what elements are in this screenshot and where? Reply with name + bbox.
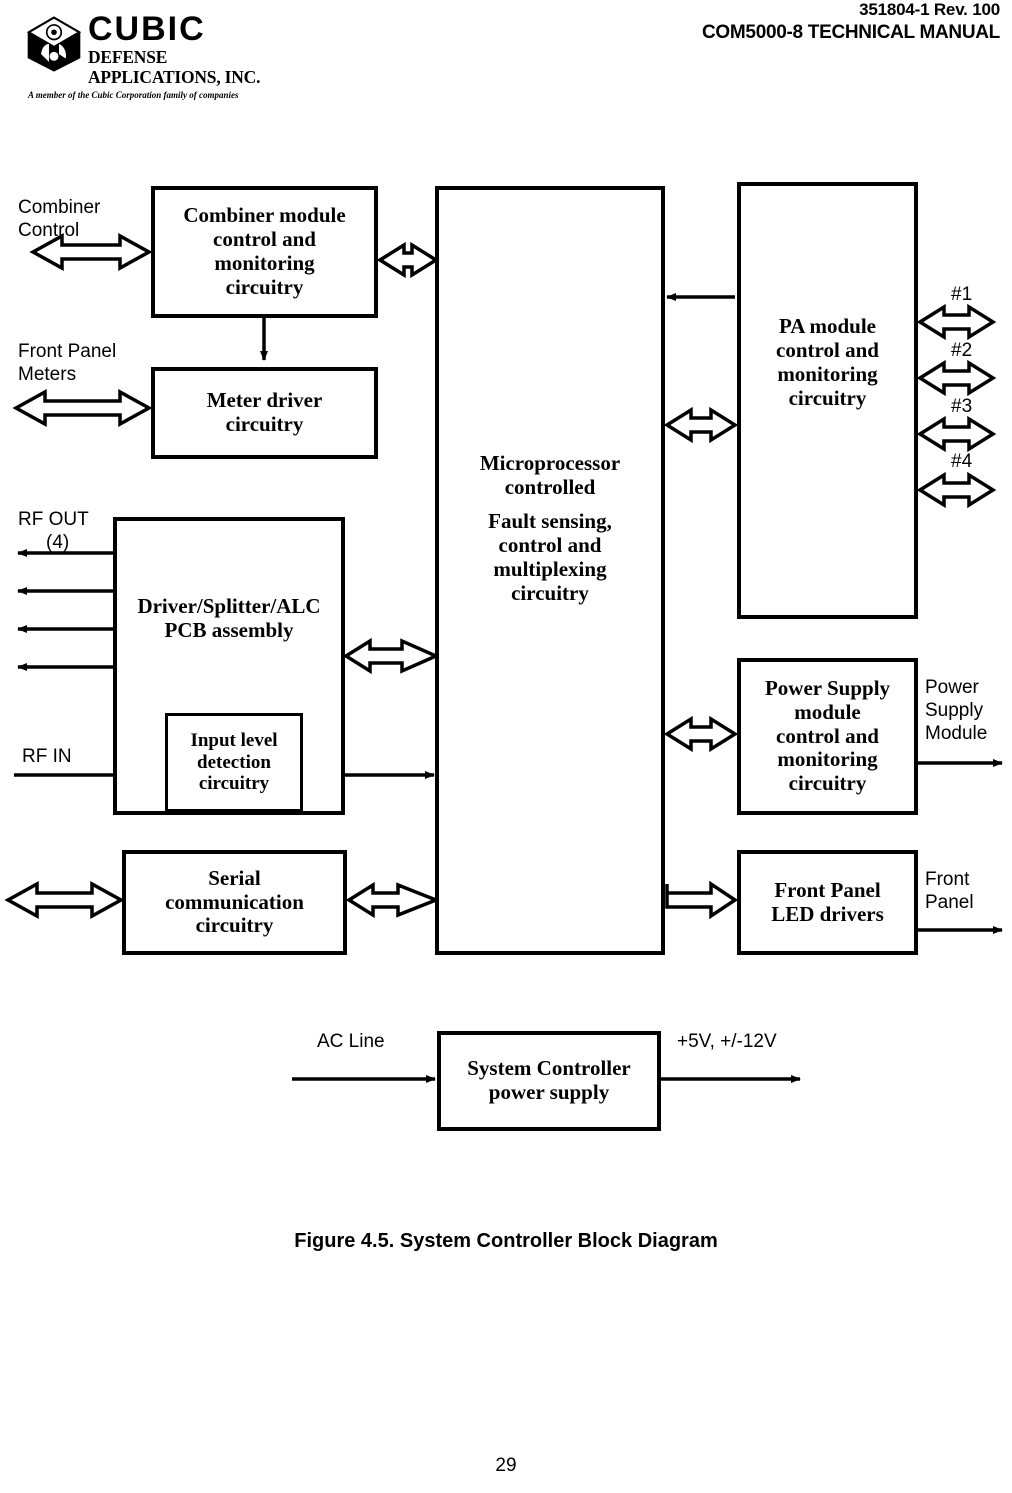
label-dc-output-rails: +5V, +/-12V — [677, 1031, 777, 1052]
meter-line-1: Meter driver — [206, 388, 323, 413]
page-number: 29 — [495, 1455, 517, 1476]
block-combiner-module-label: Combiner module control and monitoring c… — [179, 203, 349, 300]
arrow-micro-to-pa — [663, 406, 739, 444]
block-system-controller-power-supply[interactable]: System Controller power supply — [437, 1031, 661, 1131]
block-power-supply-module-label: Power Supply module control and monitori… — [761, 675, 894, 797]
block-microprocessor-label: Microprocessor controlled Fault sensing,… — [476, 190, 624, 606]
block-meter-driver-label: Meter driver circuitry — [203, 388, 327, 437]
arrow-front-panel-meters — [12, 389, 153, 427]
block-power-supply-module[interactable]: Power Supply module control and monitori… — [737, 658, 918, 815]
driver-line-2: PCB assembly — [164, 617, 294, 642]
psu-line-3: control and — [776, 723, 879, 748]
arrow-micro-to-psu — [663, 715, 739, 753]
block-diagram: Combiner module control and monitoring c… — [0, 0, 1012, 1200]
block-front-panel-led-drivers-label: Front Panel LED drivers — [767, 877, 888, 927]
psu-line-1: Power Supply — [764, 675, 891, 700]
block-driver-splitter-alc-label: Driver/Splitter/ALC PCB assembly — [133, 521, 324, 643]
block-input-level-detection-label: Input level detection circuitry — [186, 730, 281, 795]
meter-line-2: circuitry — [225, 412, 304, 436]
block-microprocessor[interactable]: Microprocessor controlled Fault sensing,… — [435, 186, 665, 955]
label-ac-line: AC Line — [317, 1031, 385, 1052]
label-pa-module-2: #2 — [951, 340, 973, 361]
pa-line-4: circuitry — [788, 385, 867, 410]
block-serial-communication-label: Serial communication circuitry — [161, 865, 308, 939]
label-front-panel-meters: Front Panel Meters — [18, 341, 117, 385]
fpled-line-2: LED drivers — [771, 901, 884, 926]
micro-line-2: controlled — [504, 474, 596, 499]
serial-line-3: circuitry — [195, 913, 274, 938]
serial-line-2: communication — [165, 889, 304, 914]
micro-line-1: Microprocessor — [479, 451, 621, 475]
block-front-panel-led-drivers[interactable]: Front Panel LED drivers — [737, 850, 918, 955]
psu-line-2: module — [794, 699, 861, 724]
micro-line-3: Fault sensing, — [488, 508, 612, 533]
pa-line-1: PA module — [778, 314, 877, 338]
block-meter-driver[interactable]: Meter driver circuitry — [151, 367, 378, 459]
arrow-combiner-to-micro — [376, 241, 440, 279]
label-rf-out-quantity: (4) — [46, 532, 70, 553]
block-serial-communication[interactable]: Serial communication circuitry — [122, 850, 347, 955]
arrow-pa-module-2 — [916, 359, 997, 397]
arrow-micro-to-fpled — [665, 880, 739, 920]
syspwr-line-2: power supply — [488, 1080, 610, 1104]
serial-line-1: Serial — [208, 865, 261, 890]
input-level-line-3: circuitry — [198, 773, 270, 795]
arrow-pa-module-3 — [916, 415, 997, 453]
input-level-line-1: Input level — [190, 730, 278, 752]
combiner-line-1: Combiner module — [183, 203, 346, 228]
arrow-pa-module-1 — [916, 303, 997, 341]
label-power-supply-module: Power Supply Module — [925, 677, 988, 744]
arrow-serial-to-micro — [345, 881, 441, 919]
fpled-line-1: Front Panel — [774, 877, 881, 902]
syspwr-line-1: System Controller — [467, 1056, 631, 1081]
input-level-line-2: detection — [197, 751, 271, 773]
micro-line-6: circuitry — [511, 580, 589, 605]
combiner-line-2: control and — [213, 227, 316, 252]
arrow-pa-module-4 — [916, 471, 997, 509]
pa-line-2: control and — [776, 337, 879, 362]
block-system-controller-power-supply-label: System Controller power supply — [463, 1056, 635, 1105]
micro-line-4: control and — [498, 532, 602, 557]
pa-line-3: monitoring — [777, 361, 878, 386]
arrow-driver-to-micro — [342, 637, 441, 675]
arrow-serial-external — [4, 881, 125, 919]
micro-line-5: multiplexing — [493, 556, 607, 581]
combiner-line-3: monitoring — [214, 251, 315, 275]
label-pa-module-4: #4 — [951, 451, 973, 472]
label-pa-module-1: #1 — [951, 284, 973, 305]
block-pa-module[interactable]: PA module control and monitoring circuit… — [737, 182, 918, 619]
label-front-panel: Front Panel — [925, 869, 974, 913]
label-rf-out: RF OUT — [18, 509, 89, 530]
label-pa-module-3: #3 — [951, 396, 973, 417]
block-combiner-module[interactable]: Combiner module control and monitoring c… — [151, 186, 378, 318]
combiner-line-4: circuitry — [225, 274, 304, 299]
psu-line-4: monitoring — [777, 747, 878, 772]
figure-caption: Figure 4.5. System Controller Block Diag… — [294, 1230, 718, 1252]
psu-line-5: circuitry — [788, 771, 867, 796]
block-pa-module-label: PA module control and monitoring circuit… — [772, 186, 883, 411]
label-rf-in: RF IN — [22, 746, 72, 767]
block-input-level-detection[interactable]: Input level detection circuitry — [165, 713, 303, 812]
driver-line-1: Driver/Splitter/ALC — [137, 594, 321, 618]
label-combiner-control: Combiner Control — [18, 197, 101, 241]
